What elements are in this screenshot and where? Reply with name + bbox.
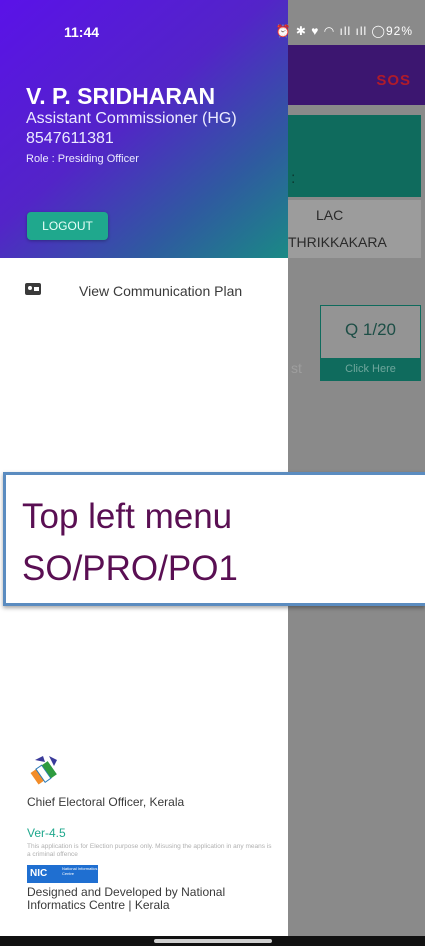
- user-name: V. P. SRIDHARAN: [26, 83, 216, 109]
- annotation-callout: Top left menu SO/PRO/PO1: [3, 472, 425, 606]
- user-role: Role : Presiding Officer: [26, 153, 139, 165]
- sos-button: SOS: [376, 72, 411, 89]
- menu-item-label: View Communication Plan: [79, 283, 243, 299]
- status-bar: 11:44 ⏰ ✱ ♥ ◠ ıll ıll ◯92%: [0, 0, 425, 45]
- question-action: Click Here: [321, 358, 420, 380]
- background-app-bar: SOS: [288, 45, 425, 105]
- navigation-drawer: V. P. SRIDHARAN Assistant Commissioner (…: [0, 0, 288, 936]
- nic-logo-subtext: National Informatics Centre: [62, 866, 98, 876]
- background-partial-text: st: [291, 360, 302, 376]
- status-icons: ⏰ ✱ ♥ ◠ ıll ıll ◯92%: [275, 24, 413, 38]
- disclaimer-text: This application is for Election purpose…: [27, 843, 272, 858]
- developer-credit: Designed and Developed by National Infor…: [27, 885, 226, 912]
- lac-label: LAC: [316, 207, 344, 223]
- user-designation: Assistant Commissioner (HG): [26, 110, 237, 127]
- nic-logo-text: NIC: [30, 868, 48, 879]
- election-logo-icon: [30, 756, 57, 785]
- menu-item-view-communication-plan[interactable]: View Communication Plan: [0, 278, 288, 308]
- background-colon: :: [291, 170, 296, 187]
- status-time: 11:44: [64, 24, 100, 40]
- question-label: Q 1/20: [344, 320, 397, 339]
- callout-line-2: SO/PRO/PO1: [22, 549, 238, 588]
- question-card: Q 1/20 Click Here: [320, 305, 421, 381]
- logout-button[interactable]: LOGOUT: [27, 212, 108, 240]
- background-teal-card: [288, 115, 421, 197]
- nic-logo: NIC National Informatics Centre: [27, 865, 98, 883]
- callout-line-1: Top left menu: [22, 497, 233, 536]
- contact-card-icon: [25, 283, 41, 295]
- system-nav-bar: [0, 936, 425, 946]
- org-name: Chief Electoral Officer, Kerala: [27, 795, 185, 809]
- home-gesture-handle[interactable]: [154, 939, 272, 943]
- lac-value: THRIKKAKARA: [288, 234, 387, 250]
- user-phone: 8547611381: [26, 130, 114, 147]
- app-version: Ver-4.5: [27, 826, 66, 840]
